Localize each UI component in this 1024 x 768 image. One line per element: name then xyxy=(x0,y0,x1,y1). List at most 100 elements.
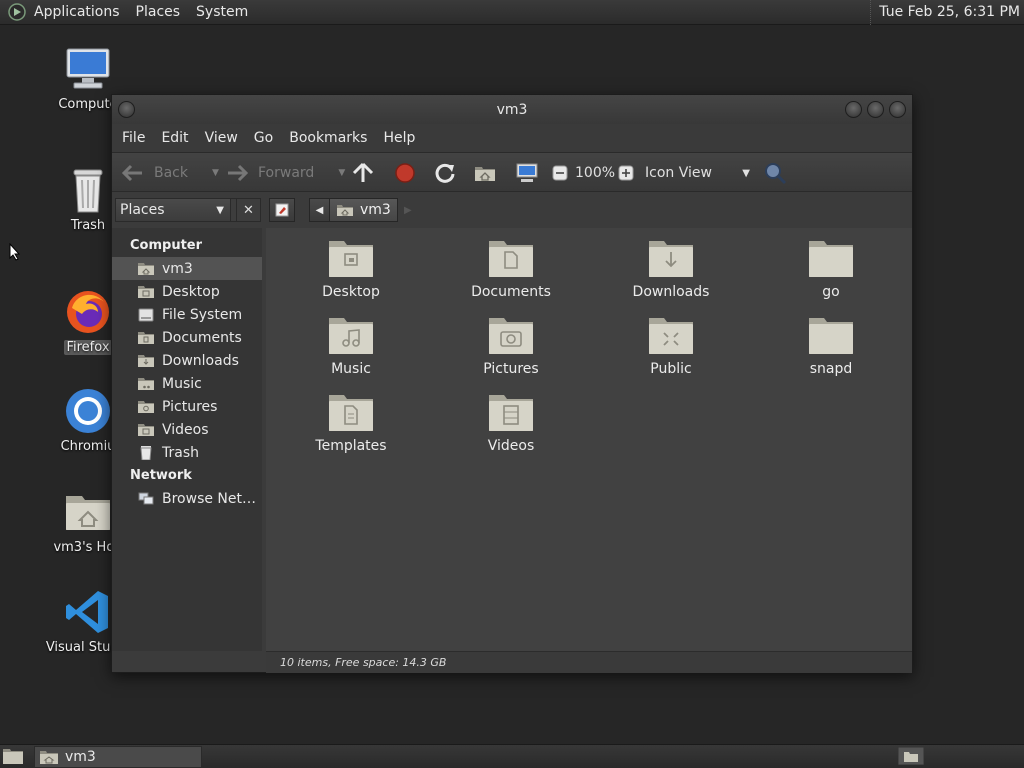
file-item-pictures[interactable]: Pictures xyxy=(446,315,576,377)
side-pane-header: Places ▼ ✕ xyxy=(115,198,261,222)
taskbar-item-vm3[interactable]: vm3 xyxy=(34,746,202,768)
sidebar-item-label: File System xyxy=(162,306,243,323)
sidebar-item-label: Desktop xyxy=(162,283,220,300)
file-item-label: Documents xyxy=(471,284,551,300)
file-item-label: Downloads xyxy=(632,284,710,300)
toolbar: Back ▼ Forward ▼ 100% Icon View ▼ xyxy=(112,152,912,192)
vscode-icon xyxy=(66,591,108,633)
up-button[interactable] xyxy=(352,153,374,193)
desktop-icon-label: Trash xyxy=(70,218,106,233)
trash-icon xyxy=(73,169,103,213)
search-button[interactable] xyxy=(763,153,787,193)
sidebar-item-downloads[interactable]: Downloads xyxy=(112,349,262,372)
file-item-public[interactable]: Public xyxy=(606,315,736,377)
computer-icon xyxy=(516,163,538,182)
forward-button[interactable]: Forward ▼ xyxy=(226,153,345,193)
file-item-music[interactable]: Music xyxy=(286,315,416,377)
menu-edit[interactable]: Edit xyxy=(153,130,196,146)
music-folder-icon xyxy=(138,377,154,390)
home-button[interactable] xyxy=(474,153,496,193)
pictures-folder-icon xyxy=(489,318,533,354)
menubar: File Edit View Go Bookmarks Help xyxy=(112,124,912,152)
sidebar-item-trash[interactable]: Trash xyxy=(112,441,262,464)
sidebar-item-browse-network[interactable]: Browse Net… xyxy=(112,487,262,510)
file-item-documents[interactable]: Documents xyxy=(446,238,576,300)
menu-file[interactable]: File xyxy=(114,130,153,146)
folder-icon xyxy=(809,318,853,354)
view-mode-select[interactable]: Icon View ▼ xyxy=(645,153,750,193)
file-item-downloads[interactable]: Downloads xyxy=(606,238,736,300)
view-mode-label: Icon View xyxy=(645,165,712,181)
sidebar-item-pictures[interactable]: Pictures xyxy=(112,395,262,418)
menu-places[interactable]: Places xyxy=(128,0,189,25)
file-item-label: Videos xyxy=(487,438,535,454)
back-button[interactable]: Back ▼ xyxy=(122,153,219,193)
downloads-folder-icon xyxy=(649,241,693,277)
sidebar-item-documents[interactable]: Documents xyxy=(112,326,262,349)
clock[interactable]: Tue Feb 25, 6:31 PM xyxy=(870,0,1020,25)
crumb-scroll-right-button[interactable]: ▶ xyxy=(398,205,418,216)
location-row: Places ▼ ✕ ◀ vm3 ▶ xyxy=(112,192,912,226)
bottom-panel: vm3 xyxy=(0,744,1024,768)
computer-button[interactable] xyxy=(515,153,539,193)
desktop-folder-icon xyxy=(329,241,373,277)
sidebar-item-vm3[interactable]: vm3 xyxy=(112,257,262,280)
stop-icon xyxy=(395,163,415,183)
desktop-folder-icon xyxy=(138,285,154,298)
toggle-location-entry-button[interactable] xyxy=(269,198,295,222)
close-button[interactable] xyxy=(889,101,906,118)
menu-bookmarks[interactable]: Bookmarks xyxy=(281,130,375,146)
menu-view[interactable]: View xyxy=(197,130,246,146)
zoom-in-button[interactable] xyxy=(618,153,634,193)
back-label: Back xyxy=(154,165,188,181)
home-folder-icon xyxy=(337,205,353,216)
chevron-left-icon: ◀ xyxy=(315,204,324,216)
file-item-templates[interactable]: Templates xyxy=(286,392,416,454)
menu-go[interactable]: Go xyxy=(246,130,281,146)
status-bar: 10 items, Free space: 14.3 GB xyxy=(266,651,912,673)
back-history-dropdown-icon[interactable]: ▼ xyxy=(212,168,219,178)
workspace-switcher[interactable] xyxy=(897,746,925,768)
side-pane-selector[interactable]: Places ▼ xyxy=(116,199,231,221)
file-item-label: go xyxy=(822,284,840,300)
crumb-scroll-left-button[interactable]: ◀ xyxy=(309,198,329,222)
system-logo-icon[interactable] xyxy=(8,3,26,21)
sidebar-item-music[interactable]: Music xyxy=(112,372,262,395)
home-folder-icon xyxy=(66,496,110,530)
show-desktop-button[interactable] xyxy=(2,747,24,768)
pictures-folder-icon xyxy=(138,400,154,413)
forward-history-dropdown-icon[interactable]: ▼ xyxy=(338,168,345,178)
file-item-label: Templates xyxy=(315,438,387,454)
file-item-snapd[interactable]: snapd xyxy=(766,315,896,377)
side-pane-selector-label: Places xyxy=(120,202,165,218)
close-side-pane-icon[interactable]: ✕ xyxy=(236,199,260,221)
edit-location-icon xyxy=(275,203,289,217)
places-sidebar: Computer vm3 Desktop File System Documen… xyxy=(112,228,262,651)
firefox-icon xyxy=(67,291,109,333)
file-item-videos[interactable]: Videos xyxy=(446,392,576,454)
sidebar-item-label: Videos xyxy=(162,421,209,438)
home-folder-icon xyxy=(475,167,495,181)
sidebar-item-videos[interactable]: Videos xyxy=(112,418,262,441)
minimize-button[interactable] xyxy=(845,101,862,118)
stop-button[interactable] xyxy=(394,153,416,193)
menu-system[interactable]: System xyxy=(188,0,256,25)
file-item-go[interactable]: go xyxy=(766,238,896,300)
zoom-level[interactable]: 100% xyxy=(575,153,615,193)
sidebar-item-desktop[interactable]: Desktop xyxy=(112,280,262,303)
templates-folder-icon xyxy=(329,395,373,431)
zoom-out-button[interactable] xyxy=(552,153,568,193)
maximize-button[interactable] xyxy=(867,101,884,118)
sidebar-item-file-system[interactable]: File System xyxy=(112,303,262,326)
titlebar[interactable]: vm3 xyxy=(112,95,912,124)
menu-applications[interactable]: Applications xyxy=(26,0,128,25)
file-item-desktop[interactable]: Desktop xyxy=(286,238,416,300)
crumb-current[interactable]: vm3 xyxy=(329,198,398,222)
forward-arrow-icon xyxy=(228,164,248,182)
reload-icon xyxy=(435,163,455,183)
menu-help[interactable]: Help xyxy=(375,130,423,146)
reload-button[interactable] xyxy=(434,153,456,193)
file-icon-view[interactable]: Desktop Documents Downloads go Music Pic… xyxy=(266,228,912,651)
desktop-icon-label: Firefox xyxy=(64,340,112,355)
window-menu-button[interactable] xyxy=(118,101,135,118)
